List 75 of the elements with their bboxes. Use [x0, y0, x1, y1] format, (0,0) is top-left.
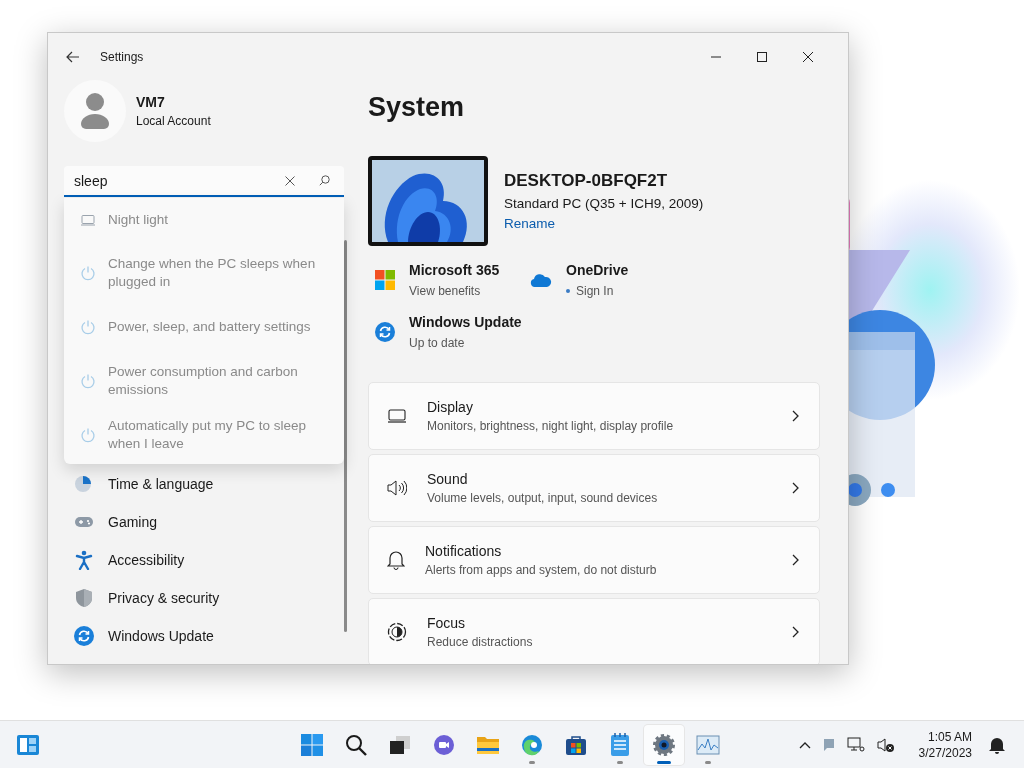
search-icon — [345, 734, 367, 756]
card-title: Focus — [427, 615, 467, 631]
settings-card[interactable]: Sound Volume levels, output, input, sound devices — [368, 454, 820, 522]
search-suggestion[interactable]: Power consumption and carbon emissions — [64, 354, 344, 408]
windows-logo-icon — [301, 734, 323, 756]
chevron-icon — [792, 410, 799, 422]
device-model: Standard PC (Q35 + ICH9, 2009) — [504, 195, 704, 211]
cloud-icon — [530, 273, 552, 287]
rename-link[interactable]: Rename — [504, 215, 556, 231]
chevron-up-icon[interactable] — [798, 740, 811, 749]
muted-speaker-icon[interactable] — [876, 736, 895, 753]
account-name: VM7 — [136, 94, 166, 110]
power-icon — [80, 427, 96, 443]
settings-icon — [652, 733, 676, 757]
card-title: Notifications — [425, 543, 503, 559]
card-description: Reduce distractions — [427, 635, 534, 649]
nav-item[interactable]: Time & language — [64, 465, 344, 503]
nav-item[interactable]: Windows Update — [64, 617, 344, 655]
bell-icon — [387, 550, 405, 570]
chevron-icon — [792, 482, 799, 494]
accessibility-icon — [74, 550, 94, 570]
update-icon — [74, 626, 94, 646]
search-suggestion[interactable]: Change when the PC sleeps when plugged in — [64, 246, 344, 300]
focus-icon — [387, 622, 407, 642]
four-squares-icon — [375, 270, 395, 290]
status-dot-icon — [566, 289, 570, 293]
notepad-icon — [610, 733, 630, 757]
search-suggestion[interactable]: Night light — [64, 200, 344, 240]
settings-card[interactable]: Focus Reduce distractions — [368, 598, 820, 664]
settings-card[interactable]: Notifications Alerts from apps and system, do not disturb — [368, 526, 820, 594]
device-name: DESKTOP-0BFQF2T — [504, 170, 669, 191]
card-description: Alerts from apps and system, do not disturb — [425, 563, 658, 577]
search-icon[interactable] — [319, 175, 330, 186]
folder-icon — [476, 735, 500, 755]
page-title: System — [368, 92, 466, 124]
chevron-icon — [792, 626, 799, 638]
laptop-icon — [387, 409, 407, 423]
store-icon — [565, 734, 587, 756]
window-title: Settings — [100, 50, 144, 64]
notification-bell-icon[interactable] — [988, 735, 1006, 754]
taskbar-button[interactable] — [644, 725, 684, 765]
task-view-icon — [389, 735, 411, 755]
service-link[interactable]: OneDrive Sign In — [523, 262, 810, 298]
update-icon — [375, 322, 395, 342]
nav-item[interactable]: Privacy & security — [64, 579, 344, 617]
clear-icon[interactable] — [285, 176, 295, 186]
power-icon — [80, 319, 96, 335]
power-icon — [80, 373, 96, 389]
card-title: Sound — [427, 471, 469, 487]
card-description: Monitors, brightness, night light, display profile — [427, 419, 675, 433]
shield-icon — [74, 588, 94, 608]
service-link[interactable]: Microsoft 365 View benefits — [368, 262, 523, 298]
settings-card[interactable]: Display Monitors, brightness, night light, display profile — [368, 382, 820, 450]
laptop-icon — [80, 214, 96, 226]
search-field[interactable]: sleep — [64, 166, 344, 197]
close-icon[interactable] — [802, 51, 814, 63]
maximize-icon[interactable] — [756, 51, 768, 63]
card-title: Display — [427, 399, 474, 415]
chevron-icon — [792, 554, 799, 566]
speaker-icon — [387, 480, 407, 496]
scrollbar[interactable] — [344, 240, 347, 632]
nav-item[interactable]: Gaming — [64, 503, 344, 541]
chat-icon — [433, 734, 455, 756]
clock[interactable]: 1:05 AM 3/27/2023 — [918, 728, 972, 761]
card-description: Volume levels, output, input, sound devices — [427, 491, 659, 505]
nav-item[interactable]: Accessibility — [64, 541, 344, 579]
back-icon[interactable] — [66, 51, 80, 63]
network-icon[interactable] — [846, 736, 865, 753]
service-link[interactable]: Windows Update Up to date — [368, 314, 675, 350]
power-icon — [80, 265, 96, 281]
widgets-icon[interactable] — [16, 733, 40, 756]
avatar-icon — [64, 80, 126, 142]
account-type: Local Account — [136, 114, 211, 128]
browser-icon — [521, 734, 543, 756]
performance-monitor-icon — [696, 735, 720, 755]
